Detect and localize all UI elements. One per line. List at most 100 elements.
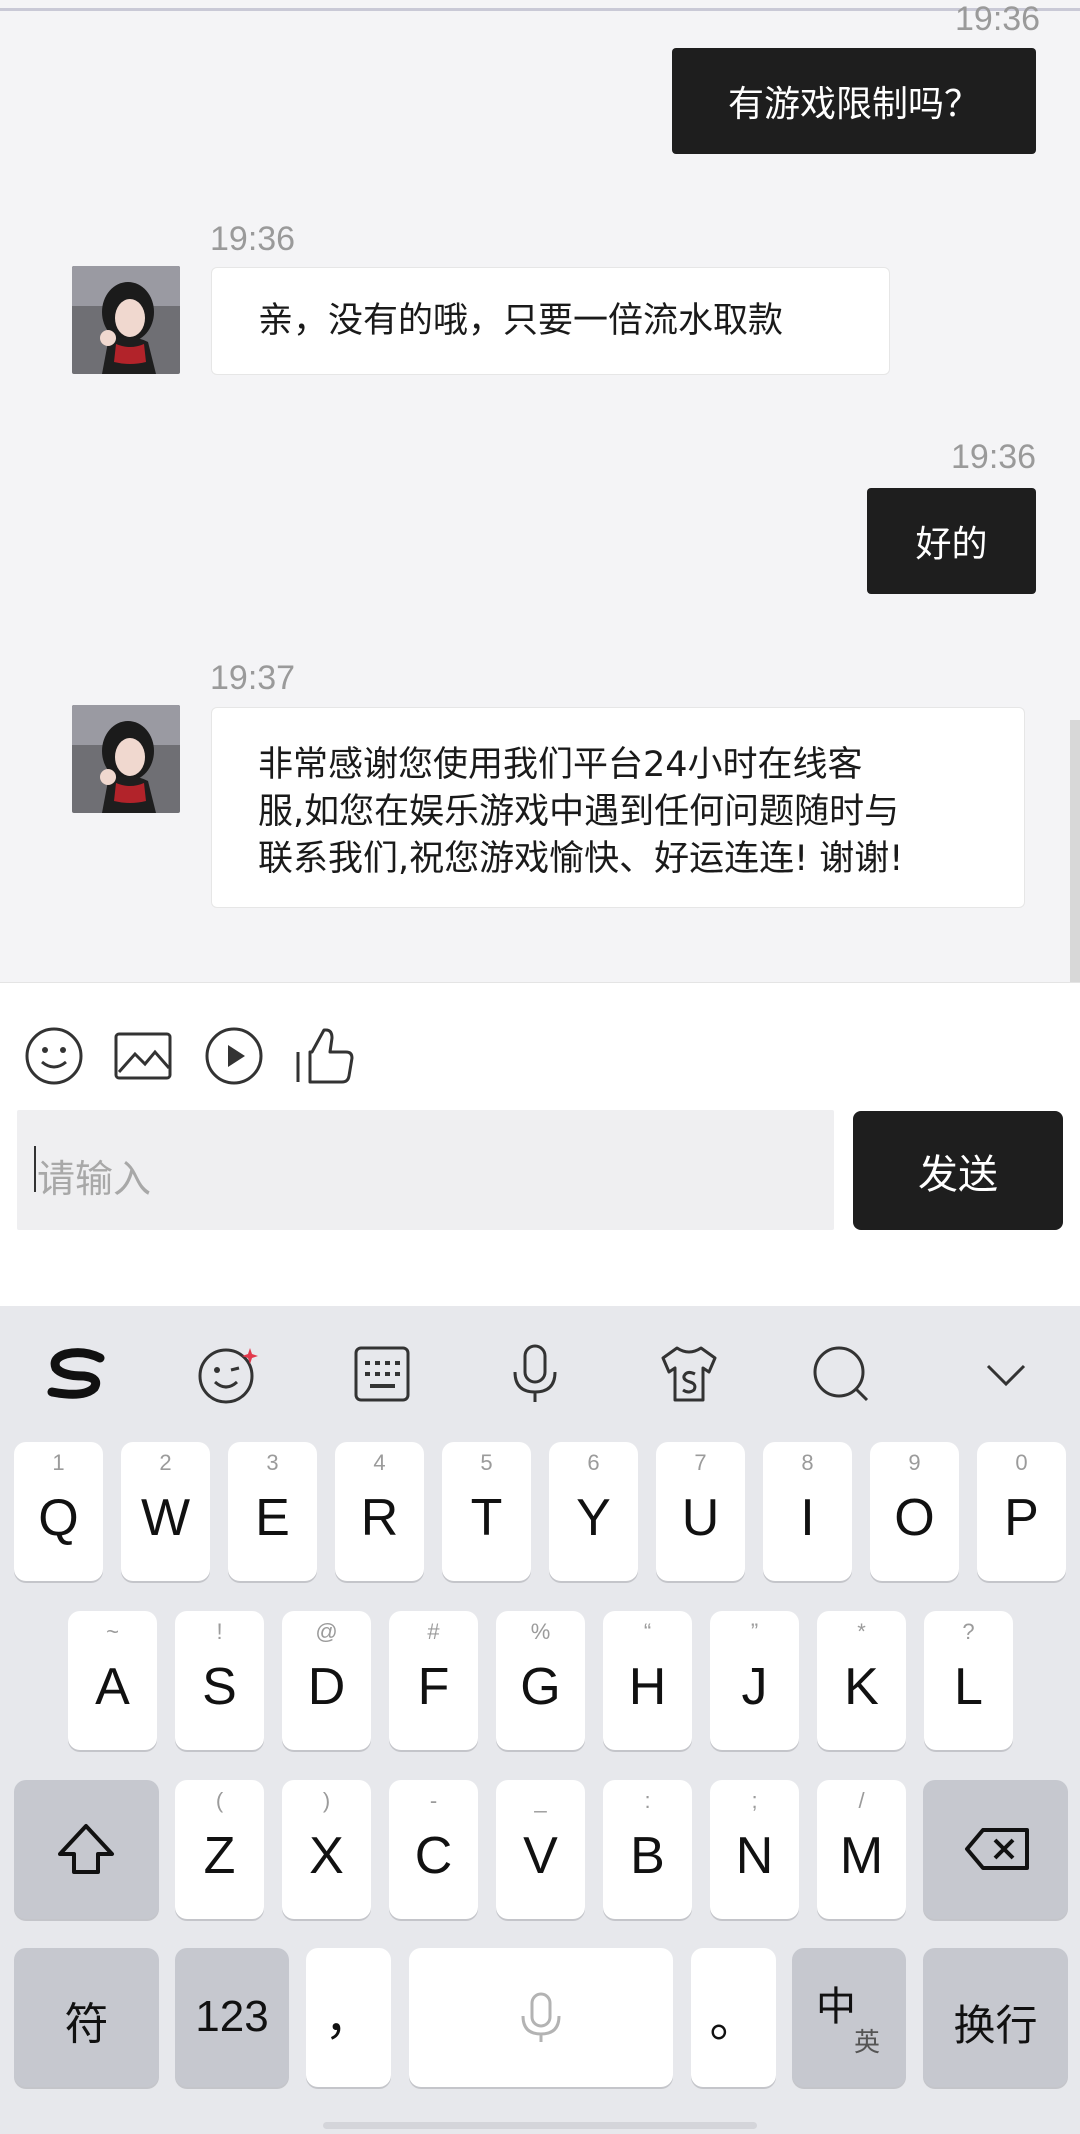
key-w[interactable]: 2W — [121, 1442, 210, 1581]
key-c[interactable]: -C — [389, 1780, 478, 1919]
avatar[interactable] — [72, 266, 180, 374]
home-indicator[interactable] — [323, 2122, 757, 2129]
backspace-icon — [965, 1828, 1029, 1870]
emoji-icon[interactable] — [24, 1026, 84, 1086]
key-label: F — [417, 1658, 450, 1716]
thumbs-up-icon[interactable] — [294, 1026, 354, 1086]
key-hint: ? — [962, 1619, 975, 1644]
key-x[interactable]: ) X — [282, 1780, 371, 1919]
numbers-key[interactable]: 123 — [175, 1948, 289, 2087]
key-m[interactable]: / M — [817, 1780, 906, 1919]
key-y[interactable]: 6Y — [549, 1442, 638, 1581]
key-hint: # — [427, 1619, 440, 1644]
key-label: W — [140, 1489, 191, 1547]
key-s[interactable]: ! S — [175, 1611, 264, 1750]
microphone-icon[interactable] — [503, 1342, 567, 1406]
chat-scrollbar[interactable] — [1070, 720, 1080, 982]
key-o[interactable]: 9O — [870, 1442, 959, 1581]
video-play-icon[interactable] — [204, 1026, 264, 1086]
key-label: P — [1004, 1489, 1039, 1547]
key-label: N — [735, 1827, 774, 1885]
key-label: D — [307, 1658, 346, 1716]
text-caret — [34, 1146, 36, 1192]
message-bubble-outgoing[interactable]: 好的 — [867, 488, 1036, 594]
key-label: C — [414, 1827, 453, 1885]
symbol-key[interactable]: 符 — [14, 1948, 159, 2087]
key-d[interactable]: @ D — [282, 1611, 371, 1750]
key-label: J — [741, 1658, 768, 1716]
key-q[interactable]: 1Q — [14, 1442, 103, 1581]
input-placeholder: 请输入 — [37, 1157, 152, 1201]
sogou-logo-icon[interactable] — [44, 1342, 108, 1406]
avatar-photo — [72, 705, 180, 813]
key-v[interactable]: _ V — [496, 1780, 585, 1919]
key-hint: 7 — [694, 1450, 707, 1475]
key-h[interactable]: “H — [603, 1611, 692, 1750]
key-b[interactable]: :B — [603, 1780, 692, 1919]
key-hint: ) — [322, 1788, 331, 1813]
key-hint: ; — [751, 1788, 758, 1813]
key-r[interactable]: 4R — [335, 1442, 424, 1581]
message-timestamp: 19:36 — [210, 220, 296, 258]
avatar[interactable] — [72, 705, 180, 813]
skin-shirt-icon[interactable] — [657, 1342, 721, 1406]
key-a[interactable]: ~ A — [68, 1611, 157, 1750]
collapse-chevron-icon[interactable] — [974, 1342, 1038, 1406]
chat-area: 19:36 有游戏限制吗？ 19:36 亲，没有的哦，只要一倍流水取款 19:3… — [0, 0, 1080, 982]
key-hint: : — [644, 1788, 651, 1813]
key-hint: - — [429, 1788, 438, 1813]
key-l[interactable]: ? L — [924, 1611, 1013, 1750]
shift-key[interactable] — [14, 1780, 159, 1919]
key-hint: _ — [534, 1788, 547, 1813]
key-g[interactable]: % G — [496, 1611, 585, 1750]
key-hint: % — [530, 1619, 551, 1644]
send-button[interactable]: 发送 — [853, 1111, 1063, 1230]
language-main-label: 中 — [816, 1984, 856, 2030]
key-t[interactable]: 5T — [442, 1442, 531, 1581]
key-i[interactable]: 8I — [763, 1442, 852, 1581]
key-label: V — [523, 1827, 558, 1885]
message-bubble-incoming[interactable]: 非常感谢您使用我们平台24小时在线客 服,如您在娱乐游戏中遇到任何问题随时与 联… — [211, 707, 1025, 908]
key-label: X — [309, 1827, 344, 1885]
key-n[interactable]: ; N — [710, 1780, 799, 1919]
key-label: R — [360, 1489, 399, 1547]
key-f[interactable]: # F — [389, 1611, 478, 1750]
numbers-key-label: 123 — [195, 1992, 269, 2041]
message-line: 联系我们,祝您游戏愉快、好运连连! 谢谢! — [258, 839, 904, 879]
key-label: M — [839, 1827, 884, 1885]
backspace-key[interactable] — [923, 1780, 1068, 1919]
key-hint: * — [857, 1619, 866, 1644]
image-icon[interactable] — [113, 1026, 173, 1086]
key-p[interactable]: 0P — [977, 1442, 1066, 1581]
key-hint: 9 — [908, 1450, 921, 1475]
message-bubble-incoming[interactable]: 亲，没有的哦，只要一倍流水取款 — [211, 267, 890, 375]
language-switch-key[interactable]: 中 英 — [792, 1948, 906, 2087]
key-label: G — [520, 1658, 561, 1716]
key-hint: 2 — [159, 1450, 172, 1475]
keyboard-icon[interactable] — [350, 1342, 414, 1406]
top-divider — [0, 8, 1080, 11]
space-key[interactable] — [409, 1948, 673, 2087]
message-timestamp: 19:36 — [951, 438, 1037, 476]
enter-key[interactable]: 换行 — [923, 1948, 1068, 2087]
key-label: I — [800, 1489, 815, 1547]
key-e[interactable]: 3E — [228, 1442, 317, 1581]
message-line: 非常感谢您使用我们平台24小时在线客 — [258, 745, 863, 785]
message-bubble-outgoing[interactable]: 有游戏限制吗？ — [672, 48, 1036, 154]
key-k[interactable]: * K — [817, 1611, 906, 1750]
message-timestamp: 19:36 — [955, 0, 1041, 38]
emoji-wink-icon[interactable] — [196, 1342, 260, 1406]
message-input[interactable]: 请输入 — [17, 1110, 834, 1230]
period-key[interactable]: 。 — [691, 1948, 776, 2087]
key-hint: 5 — [480, 1450, 493, 1475]
key-label: B — [630, 1827, 665, 1885]
key-j[interactable]: ” J — [710, 1611, 799, 1750]
comma-key[interactable]: ， — [306, 1948, 391, 2087]
key-u[interactable]: 7U — [656, 1442, 745, 1581]
key-hint: ( — [215, 1788, 224, 1813]
key-hint: “ — [643, 1619, 652, 1644]
key-z[interactable]: (Z — [175, 1780, 264, 1919]
key-label: A — [95, 1658, 130, 1716]
key-hint: 6 — [587, 1450, 600, 1475]
search-icon[interactable] — [809, 1342, 873, 1406]
